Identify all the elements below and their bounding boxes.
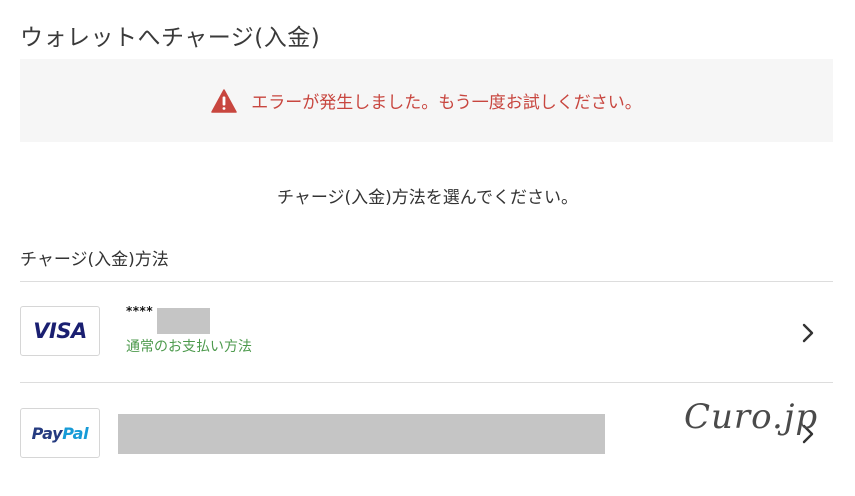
divider <box>20 382 833 383</box>
visa-logo-text: VISA <box>33 319 87 343</box>
card-number-masked: **** <box>126 304 154 318</box>
error-alert: エラーが発生しました。もう一度お試しください。 <box>20 59 833 142</box>
watermark: Curo.jp <box>684 397 819 437</box>
error-message: エラーが発生しました。もう一度お試しください。 <box>251 93 642 113</box>
instruction-text: チャージ(入金)方法を選んでください。 <box>277 188 578 208</box>
divider <box>20 281 833 282</box>
method-subtitle: 通常のお支払い方法 <box>126 339 252 355</box>
redacted-card-digits <box>157 308 210 334</box>
paypal-logo: PayPal <box>20 408 100 458</box>
paypal-logo-text: PayPal <box>31 423 89 443</box>
section-title: チャージ(入金)方法 <box>20 250 169 270</box>
chevron-right-icon <box>802 323 814 343</box>
payment-method-visa[interactable]: VISA **** 通常のお支払い方法 <box>20 296 833 396</box>
redacted-paypal-account <box>118 414 605 454</box>
warning-icon <box>211 88 237 113</box>
visa-logo: VISA <box>20 306 100 356</box>
page-title: ウォレットへチャージ(入金) <box>20 25 321 51</box>
